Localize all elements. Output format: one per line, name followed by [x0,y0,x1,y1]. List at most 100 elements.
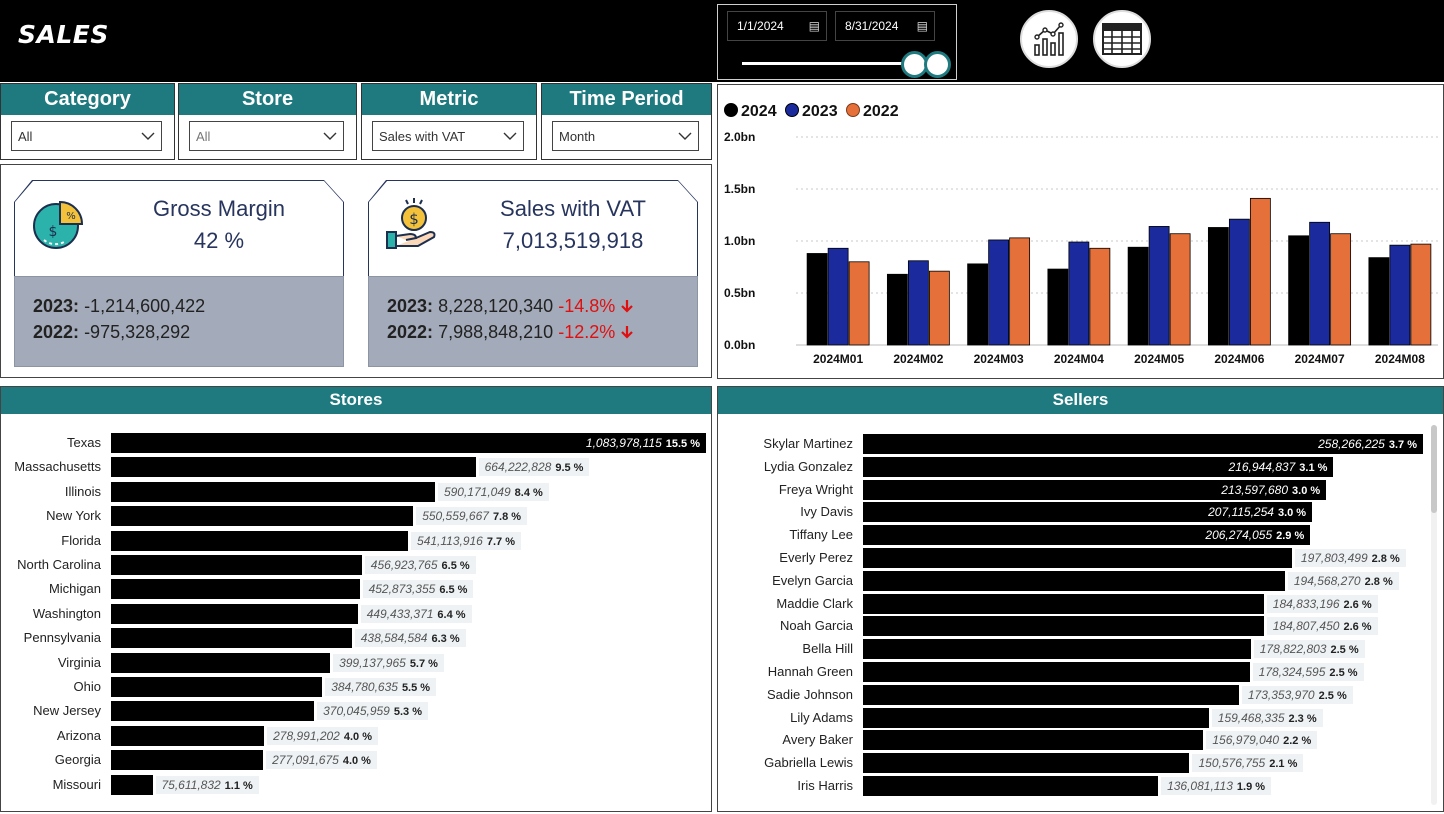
bar-row-bar[interactable] [111,579,360,600]
bar-row[interactable]: Maddie Clark 184,833,196 2.6 % [718,593,1443,615]
metric-dropdown-value: Sales with VAT [379,129,466,144]
filter-metric-label: Metric [362,84,536,115]
bar-row[interactable]: Georgia 277,091,675 4.0 % [1,749,711,771]
bar-row[interactable]: Lydia Gonzalez 216,944,837 3.1 % [718,456,1443,478]
bar-row[interactable]: Gabriella Lewis 150,576,755 2.1 % [718,752,1443,774]
bar-row[interactable]: Ohio 384,780,635 5.5 % [1,676,711,698]
bar-value-number: 159,468,335 [1217,710,1285,725]
bar-row[interactable]: Bella Hill 178,822,803 2.5 % [718,638,1443,660]
bar-value-percent: 2.6 % [1343,621,1372,634]
bar-row[interactable]: Hannah Green 178,324,595 2.5 % [718,661,1443,683]
kpi-change-value: -14.8% [558,296,616,316]
bar-row[interactable]: Evelyn Garcia 194,568,270 2.8 % [718,570,1443,592]
bar-row-bar[interactable] [863,662,1250,682]
date-slider-end-handle[interactable] [924,51,951,78]
bar-row[interactable]: Virginia 399,137,965 5.7 % [1,652,711,674]
filter-time-period: Time Period Month [541,83,712,160]
bar-row-label: Pennsylvania [23,630,101,646]
bar-value-percent: 4.0 % [343,730,372,743]
bar-row-bar[interactable] [863,776,1159,796]
bar-row-bar[interactable] [863,548,1292,568]
bar-row-bar[interactable] [111,603,358,624]
calendar-icon[interactable]: ▤ [809,12,820,40]
bar-row[interactable]: Massachusetts 664,222,828 9.5 % [1,456,711,478]
bar-value-number: 213,597,680 [1221,482,1289,497]
filter-category: Category All [0,83,175,160]
time-period-dropdown[interactable]: Month [552,121,699,151]
legend-label: 2023 [802,103,838,120]
kpi-gross-margin-value: 42 % [193,228,245,253]
legend-label: 2024 [741,103,777,120]
metric-dropdown[interactable]: Sales with VAT [372,121,524,151]
stores-panel: Stores Texas 1,083,978,115 15.5 % Massachus… [0,386,712,812]
bar-row-bar[interactable] [111,530,409,551]
bar-row-bar[interactable] [111,555,362,575]
kpi-sales-vat-comparison: 2023: 8,228,120,340 -14.8% 2022: 7,988,8… [368,276,698,367]
bar-row[interactable]: North Carolina 456,923,765 6.5 % [1,554,711,576]
bar-row[interactable]: New Jersey 370,045,959 5.3 % [1,700,711,722]
bar-value-percent: 2.8 % [1371,553,1400,565]
bar-row[interactable]: Skylar Martinez 258,266,225 3.7 % [718,433,1443,455]
bar-row[interactable]: Pennsylvania 438,584,584 6.3 % [1,627,711,649]
bar-row-bar[interactable] [863,593,1264,614]
chart-view-button[interactable] [1020,10,1078,68]
bar-row-bar[interactable] [863,730,1204,751]
bar-row-bar[interactable] [111,652,331,673]
table-view-button[interactable] [1093,10,1151,68]
monthly-sales-chart: 2024 2023 2022 0.0bn 0.5bn 1.0bn 1.5bn 2.0bn 202… [717,84,1444,379]
bar-value-percent: 2.5 % [1329,667,1358,679]
date-end-input[interactable]: 8/31/2024 ▤ [835,11,935,41]
bar-row-bar[interactable] [111,628,352,649]
bar-row[interactable]: Lily Adams 159,468,335 2.3 % [718,707,1443,729]
calendar-icon[interactable]: ▤ [917,12,928,40]
category-dropdown[interactable]: All [11,121,162,151]
bar-row[interactable]: Noah Garcia 184,807,450 2.6 % [718,615,1443,637]
kpi-comparison-row: 2023: -1,214,600,422 [33,293,343,319]
bar-row-value: 150,576,755 2.1 % [1192,754,1304,773]
bar-row[interactable]: Missouri 75,611,832 1.1 % [1,774,711,796]
bar-row[interactable]: Tiffany Lee 206,274,055 2.9 % [718,524,1443,546]
bar-row[interactable]: Iris Harris 136,081,113 1.9 % [718,775,1443,797]
bar-value-percent: 2.3 % [1288,712,1317,725]
bar-row[interactable]: Freya Wright 213,597,680 3.0 % [718,479,1443,501]
bar-row-bar[interactable] [863,616,1264,637]
bar-row-bar[interactable] [111,506,414,527]
date-start-input[interactable]: 1/1/2024 ▤ [727,11,827,41]
bar-row[interactable]: New York 550,559,667 7.8 % [1,505,711,527]
bar-row-bar[interactable] [111,725,265,746]
bar-row-bar[interactable] [863,684,1239,705]
kpi-year-label: 2022: [387,322,434,342]
bar-value-percent: 6.5 % [441,560,470,572]
bar-row-bar[interactable] [111,701,315,722]
bar-row-bar[interactable] [863,639,1251,660]
bar-value-number: 136,081,113 [1167,779,1233,793]
bar-row-bar[interactable] [863,753,1190,774]
bar-row-value: 159,468,335 2.3 % [1211,708,1323,727]
bar-row[interactable]: Sadie Johnson 173,353,970 2.5 % [718,684,1443,706]
sellers-scrollbar-thumb[interactable] [1431,425,1437,513]
bar-row-bar[interactable] [863,570,1285,591]
bar-row-bar[interactable] [111,481,435,502]
bar-row[interactable]: Arizona 278,991,202 4.0 % [1,725,711,747]
bar-row[interactable]: Illinois 590,171,049 8.4 % [1,481,711,503]
bar-row[interactable]: Everly Perez 197,803,499 2.8 % [718,547,1443,569]
bar-row[interactable]: Ivy Davis 207,115,254 3.0 % [718,501,1443,523]
bar-row-value: 384,780,635 5.5 % [325,678,437,696]
bar-row-bar[interactable] [111,677,323,697]
bar-row-label: New York [46,508,101,524]
bar-row[interactable]: Washington 449,433,371 6.4 % [1,603,711,625]
bar-row[interactable]: Michigan 452,873,355 6.5 % [1,578,711,600]
bar-row-bar[interactable] [111,774,153,795]
kpi-year-value: 7,988,848,210 [438,322,554,342]
store-dropdown[interactable]: All [189,121,344,151]
column-bar [988,239,1010,346]
bar-row[interactable]: Texas 1,083,978,115 15.5 % [1,432,711,454]
bar-row-label: New Jersey [33,703,101,719]
bar-row[interactable]: Avery Baker 156,979,040 2.2 % [718,729,1443,751]
bar-row[interactable]: Florida 541,113,916 7.7 % [1,530,711,552]
bar-row-bar[interactable] [863,707,1209,728]
bar-row-bar[interactable] [111,457,476,478]
bar-row-value: 370,045,959 5.3 % [317,702,428,721]
bar-row-value: 278,991,202 4.0 % [267,726,378,745]
bar-row-bar[interactable] [111,750,264,771]
